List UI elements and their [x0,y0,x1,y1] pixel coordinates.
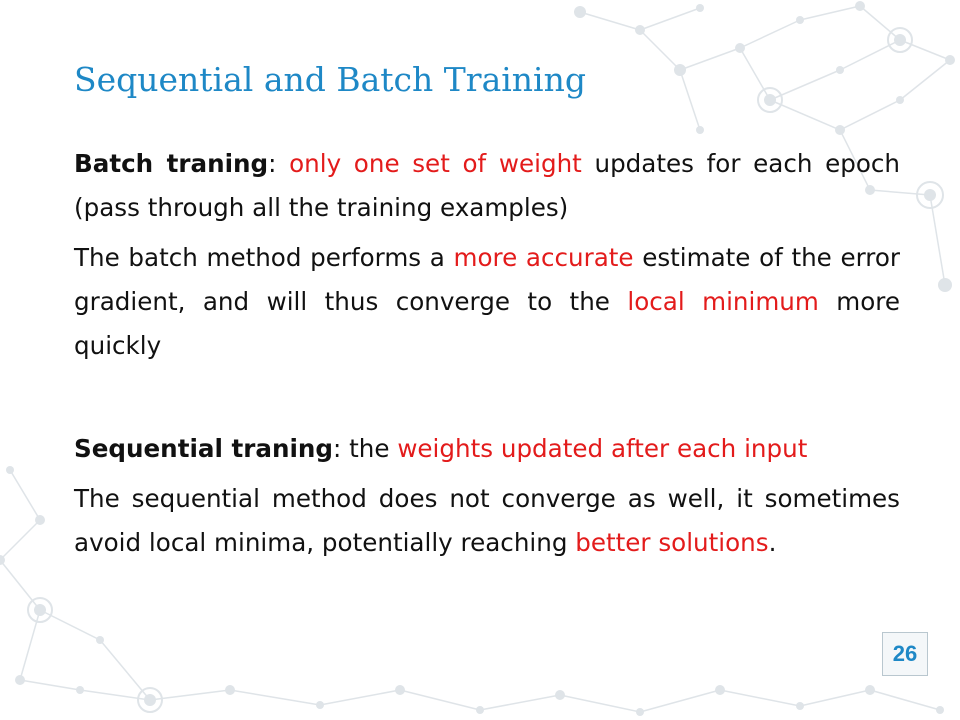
batch-training-heading: Batch traning [74,149,269,178]
slide: Sequential and Batch Training Batch tran… [0,0,960,720]
batch-method-paragraph: The batch method performs a more accurat… [74,236,900,368]
batch-training-paragraph: Batch traning: only one set of weight up… [74,142,900,230]
sequential-training-colon: : the [333,434,398,463]
sequential-training-highlight: weights updated after each input [397,434,808,463]
sequential-method-highlight: better solutions [575,528,769,557]
sequential-method-paragraph: The sequential method does not converge … [74,477,900,565]
slide-title: Sequential and Batch Training [74,60,586,99]
sequential-training-paragraph: Sequential traning: the weights updated … [74,427,900,471]
sequential-training-heading: Sequential traning [74,434,334,463]
batch-training-highlight: only one set of weight [289,149,582,178]
batch-method-text: The batch method performs a [74,243,454,272]
sequential-method-text-2: . [768,528,777,557]
batch-method-highlight: more accurate [453,243,634,272]
page-number-badge: 26 [882,632,928,676]
batch-method-highlight-2: local minimum [627,287,819,316]
batch-training-colon: : [268,149,290,178]
slide-body: Batch traning: only one set of weight up… [74,142,900,565]
